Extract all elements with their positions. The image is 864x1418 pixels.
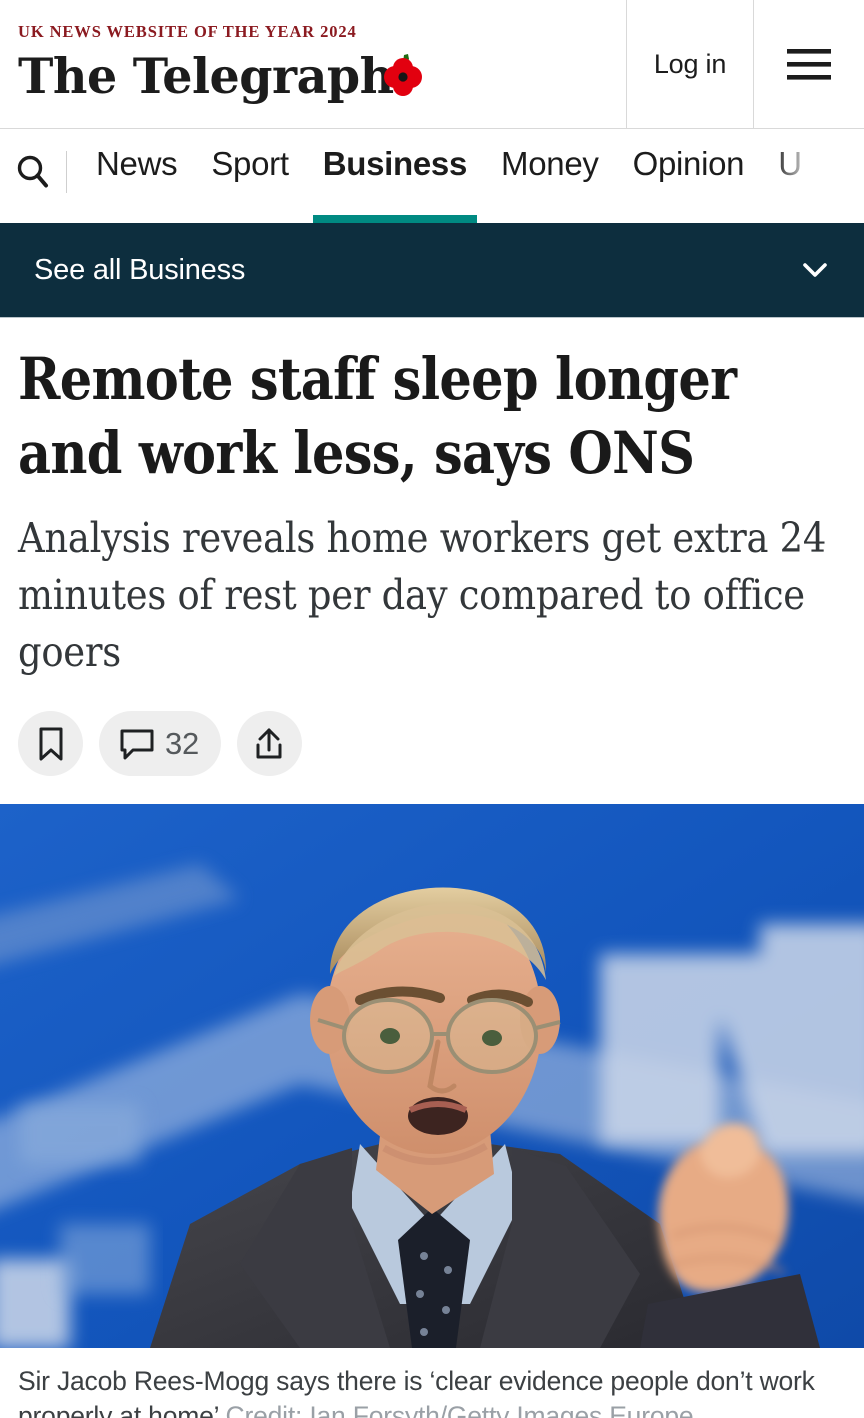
see-all-section-bar[interactable]: See all Business bbox=[0, 223, 864, 318]
chevron-down-icon[interactable] bbox=[798, 253, 832, 287]
nav-item-sport[interactable]: Sport bbox=[194, 129, 305, 223]
login-button-label: Log in bbox=[653, 48, 727, 79]
poppy-icon bbox=[384, 53, 422, 96]
nav-divider bbox=[66, 151, 67, 193]
award-banner: UK NEWS WEBSITE OF THE YEAR 2024 bbox=[18, 21, 357, 41]
search-button[interactable] bbox=[0, 129, 66, 223]
menu-button[interactable] bbox=[754, 0, 864, 128]
bookmark-icon bbox=[39, 727, 62, 760]
section-nav: News Sport Business Money Opinion U bbox=[0, 129, 864, 223]
article-header: Remote staff sleep longer and work less,… bbox=[0, 318, 864, 804]
site-masthead: UK NEWS WEBSITE OF THE YEAR 2024 The Tel… bbox=[0, 0, 864, 129]
article-action-bar: 32 bbox=[18, 711, 846, 804]
share-icon bbox=[256, 728, 282, 758]
nav-item-business[interactable]: Business bbox=[306, 129, 484, 223]
site-logo[interactable]: The Telegraph bbox=[18, 46, 422, 107]
brand-block[interactable]: UK NEWS WEBSITE OF THE YEAR 2024 The Tel… bbox=[0, 0, 626, 128]
image-caption-credit: Credit: Ian Forsyth/Getty Images Europe bbox=[225, 1401, 694, 1418]
share-button[interactable] bbox=[236, 711, 302, 776]
login-button[interactable]: Log in bbox=[626, 0, 754, 128]
hero-photo bbox=[0, 804, 864, 1348]
comment-count-label: 32 bbox=[165, 725, 199, 761]
site-logo-wordmark: The Telegraph bbox=[18, 46, 394, 105]
nav-item-overflow[interactable]: U bbox=[761, 129, 819, 223]
nav-item-list: News Sport Business Money Opinion U bbox=[79, 129, 819, 223]
nav-item-opinion[interactable]: Opinion bbox=[616, 129, 762, 223]
see-all-section-label: See all Business bbox=[34, 253, 246, 286]
hamburger-menu-icon bbox=[787, 48, 831, 80]
nav-item-money[interactable]: Money bbox=[484, 129, 616, 223]
article-hero-image bbox=[0, 804, 864, 1348]
bookmark-button[interactable] bbox=[18, 711, 83, 776]
search-icon bbox=[17, 155, 48, 188]
article-standfirst: Analysis reveals home workers get extra … bbox=[18, 514, 827, 676]
nav-item-news[interactable]: News bbox=[79, 129, 194, 223]
comment-button[interactable]: 32 bbox=[99, 711, 221, 776]
article-headline: Remote staff sleep longer and work less,… bbox=[18, 345, 737, 487]
comment-icon bbox=[120, 729, 154, 759]
image-caption: Sir Jacob Rees-Mogg says there is ‘clear… bbox=[0, 1348, 864, 1418]
